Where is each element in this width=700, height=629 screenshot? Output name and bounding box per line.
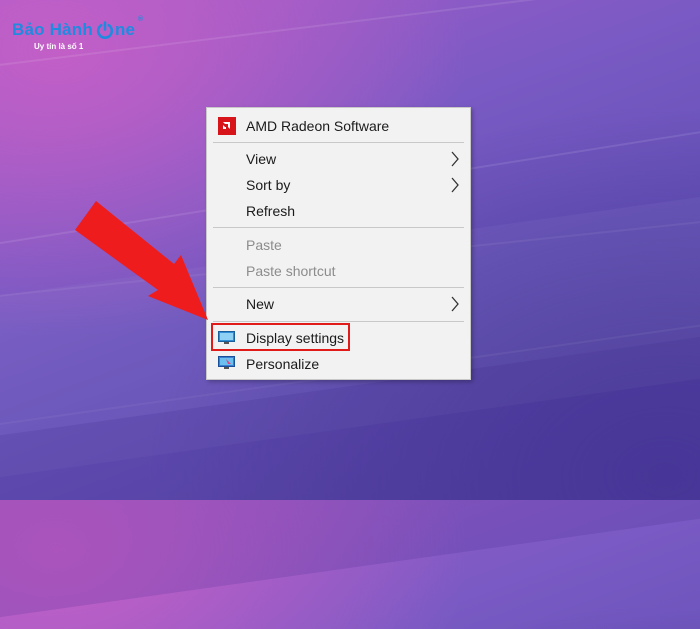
menu-separator: [213, 142, 464, 143]
menu-item-label: Paste shortcut: [246, 263, 336, 279]
brand-logo-wordmark: Bảo Hành ne ®: [12, 16, 143, 40]
menu-item-new[interactable]: New: [207, 292, 470, 316]
brand-logo-text-right: ne: [114, 20, 136, 39]
highlight-box: [211, 323, 350, 351]
menu-item-label: Personalize: [246, 356, 320, 372]
menu-separator: [213, 227, 464, 228]
menu-item-sort-by[interactable]: Sort by: [207, 173, 470, 197]
brand-tagline: Uy tín là số 1: [34, 42, 84, 51]
chevron-right-icon: [448, 295, 462, 313]
menu-item-amd-radeon-software[interactable]: AMD Radeon Software: [207, 114, 470, 138]
menu-item-label: Paste: [246, 237, 282, 253]
menu-item-refresh[interactable]: Refresh: [207, 199, 470, 223]
menu-item-label: New: [246, 296, 275, 312]
menu-item-paste-shortcut[interactable]: Paste shortcut: [207, 259, 470, 283]
menu-item-personalize[interactable]: Personalize: [207, 352, 470, 376]
menu-item-label: Sort by: [246, 177, 291, 193]
menu-separator: [213, 321, 464, 322]
brand-logo-text-left: Bảo Hành: [12, 20, 93, 39]
menu-item-label: View: [246, 151, 277, 167]
menu-item-paste[interactable]: Paste: [207, 233, 470, 257]
power-icon: [96, 21, 114, 39]
personalize-icon: [218, 356, 235, 370]
menu-item-view[interactable]: View: [207, 147, 470, 171]
chevron-right-icon: [448, 176, 462, 194]
amd-radeon-icon: [218, 117, 236, 135]
menu-item-label: AMD Radeon Software: [246, 118, 390, 134]
registered-mark: ®: [137, 16, 144, 23]
chevron-right-icon: [448, 150, 462, 168]
menu-item-label: Refresh: [246, 203, 296, 219]
menu-separator: [213, 287, 464, 288]
brand-logo: Bảo Hành ne ® Uy tín là số 1: [12, 16, 143, 51]
